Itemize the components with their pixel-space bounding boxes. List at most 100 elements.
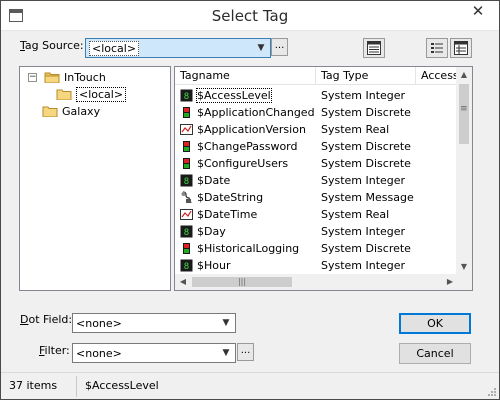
table-row[interactable]: 8 $AccessLevel System Integer	[175, 87, 458, 104]
tagname-cell: $Day	[197, 225, 226, 238]
table-row[interactable]: 8 $Day System Integer	[175, 223, 458, 240]
table-row[interactable]: $ApplicationVersion System Real	[175, 121, 458, 138]
table-row[interactable]: 8 $Hour System Integer	[175, 257, 458, 274]
filter-dropdown[interactable]: <none> ▼	[72, 343, 236, 363]
chevron-down-icon: ▼	[222, 318, 230, 328]
tag-type-cell: System Integer	[321, 259, 406, 272]
details-view-icon	[454, 41, 468, 55]
tagname-cell: $DateTime	[197, 208, 258, 221]
scroll-thumb[interactable]	[459, 84, 469, 144]
integer-tag-icon: 8	[180, 174, 193, 187]
tagname-cell: $Date	[197, 174, 231, 187]
tag-browser-view-button[interactable]	[363, 38, 385, 58]
window-title: Select Tag	[211, 7, 289, 25]
folder-icon	[42, 106, 58, 117]
list-view-button[interactable]	[426, 38, 448, 58]
folder-icon	[56, 89, 72, 100]
table-view-icon	[367, 41, 381, 55]
tag-type-cell: System Integer	[321, 89, 406, 102]
tag-source-value: <local>	[89, 41, 140, 56]
tag-source-label: Tag Source:	[20, 39, 84, 52]
dot-field-label: Dot Field:	[20, 313, 73, 326]
table-row[interactable]: $DateString System Message	[175, 189, 458, 206]
tag-type-cell: System Discrete	[321, 242, 411, 255]
tagname-cell: $ApplicationChanged	[197, 106, 315, 119]
horizontal-scrollbar[interactable]: ◀ ||| ▶	[175, 274, 458, 290]
svg-text:8: 8	[184, 262, 189, 272]
tag-type-cell: System Real	[321, 208, 390, 221]
table-row[interactable]: 8 $Date System Integer	[175, 172, 458, 189]
dot-field-dropdown[interactable]: <none> ▼	[72, 313, 236, 333]
tag-source-dropdown[interactable]: <local> ▼	[85, 38, 271, 58]
filter-value: <none>	[76, 347, 122, 360]
scroll-corner	[456, 274, 472, 290]
integer-tag-icon: 8	[180, 259, 193, 272]
filter-label: Filter:	[39, 344, 70, 357]
title-bar[interactable]: Select Tag ✕	[1, 1, 499, 31]
scroll-down-icon[interactable]: ▼	[456, 259, 472, 275]
tagname-cell: $ConfigureUsers	[197, 157, 289, 170]
tagname-cell: $DateString	[197, 191, 264, 204]
tag-type-cell: System Integer	[321, 174, 406, 187]
tag-list[interactable]: Tagname Tag Type Access 8 $AccessLevel Sys…	[174, 66, 473, 291]
discrete-tag-icon	[180, 242, 193, 255]
tagname-cell: $Hour	[197, 259, 231, 272]
tag-source-browse-button[interactable]: ...	[271, 38, 288, 56]
cancel-button[interactable]: Cancel	[399, 343, 471, 364]
tagname-cell: $ApplicationVersion	[197, 123, 306, 136]
close-button[interactable]: ✕	[461, 1, 495, 23]
dot-field-value: <none>	[76, 317, 122, 330]
tree-item-local[interactable]: <local>	[56, 87, 166, 103]
resize-grip-icon	[488, 388, 496, 396]
tag-source-tree[interactable]: − InTouch <local> Galaxy	[19, 66, 171, 291]
ok-button[interactable]: OK	[399, 313, 471, 334]
selected-tag-status: $AccessLevel	[85, 379, 159, 392]
column-header-tag-type[interactable]: Tag Type	[316, 67, 416, 85]
tag-type-cell: System Discrete	[321, 140, 411, 153]
tree-item-galaxy[interactable]: Galaxy	[42, 104, 162, 120]
tagname-cell: $ChangePassword	[197, 140, 298, 153]
table-row[interactable]: $DateTime System Real	[175, 206, 458, 223]
tagname-cell: $AccessLevel	[196, 88, 272, 103]
table-row[interactable]: $ChangePassword System Discrete	[175, 138, 458, 155]
tag-type-cell: System Discrete	[321, 106, 411, 119]
status-bar: 37 items $AccessLevel	[1, 372, 499, 399]
tree-item-label: InTouch	[64, 71, 106, 84]
table-row[interactable]: $ApplicationChanged System Discrete	[175, 104, 458, 121]
integer-tag-icon: 8	[180, 89, 193, 102]
collapse-icon[interactable]: −	[28, 73, 37, 82]
select-tag-dialog: Select Tag ✕ Tag Source: <local> ▼ ... −…	[0, 0, 500, 400]
item-count: 37 items	[9, 379, 58, 392]
column-header-tagname[interactable]: Tagname	[175, 67, 316, 85]
tree-item-intouch[interactable]: − InTouch	[28, 70, 168, 86]
tag-type-cell: System Integer	[321, 225, 406, 238]
chevron-down-icon: ▼	[257, 43, 265, 53]
tag-type-cell: System Real	[321, 123, 390, 136]
tag-type-cell: System Discrete	[321, 157, 411, 170]
list-view-icon	[431, 43, 443, 53]
column-header-access[interactable]: Access	[416, 67, 458, 85]
table-row[interactable]: $HistoricalLogging System Discrete	[175, 240, 458, 257]
tagname-cell: $HistoricalLogging	[197, 242, 300, 255]
scroll-thumb[interactable]: |||	[192, 277, 292, 287]
scroll-left-icon[interactable]: ◀	[175, 274, 191, 290]
scroll-up-icon[interactable]: ▲	[456, 67, 472, 83]
discrete-tag-icon	[180, 157, 193, 170]
filter-browse-button[interactable]: ...	[237, 343, 254, 361]
integer-tag-icon: 8	[180, 225, 193, 238]
tree-item-label: <local>	[76, 87, 127, 102]
tag-list-header: Tagname Tag Type Access	[175, 67, 458, 85]
vertical-scrollbar[interactable]: ▲ ▼	[456, 67, 472, 275]
folder-open-icon	[44, 72, 60, 83]
svg-text:8: 8	[184, 92, 189, 102]
message-tag-icon	[180, 191, 193, 204]
discrete-tag-icon	[180, 106, 193, 119]
table-row[interactable]: $ConfigureUsers System Discrete	[175, 155, 458, 172]
tag-type-cell: System Message	[321, 191, 414, 204]
details-view-button[interactable]	[450, 38, 472, 58]
svg-text:8: 8	[184, 228, 189, 238]
svg-text:8: 8	[184, 177, 189, 187]
real-tag-icon	[180, 208, 193, 221]
tree-item-label: Galaxy	[62, 105, 101, 118]
real-tag-icon	[180, 123, 193, 136]
